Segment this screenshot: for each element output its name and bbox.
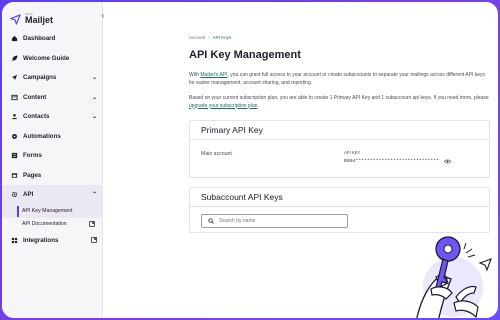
rocket-icon [10, 54, 18, 62]
paper-plane-icon [10, 13, 21, 25]
sidebar-item-label: Campaigns [23, 74, 57, 82]
external-link-icon [89, 221, 95, 227]
integrations-icon [10, 236, 18, 244]
breadcrumb: Account › API Keys [189, 35, 231, 40]
api-key-value-row: B604***************************** [344, 159, 451, 164]
sidebar-item-automations[interactable]: Automations [2, 127, 103, 147]
sidebar-nav: Dashboard Welcome Guide Campaigns ⌄ Cont… [2, 29, 103, 250]
contacts-icon [10, 113, 18, 121]
chevron-down-icon: ⌄ [91, 75, 97, 82]
mailjet-logo[interactable]: Sinch Mailjet [10, 10, 53, 28]
key-hand-illustration [416, 236, 492, 318]
sidebar-subitem-api-documentation[interactable]: API Documentation [2, 218, 103, 231]
chevron-down-icon: ⌄ [91, 94, 97, 101]
api-key-value: B604***************************** [344, 159, 439, 164]
content-icon [10, 93, 18, 101]
sidebar-item-label: Automations [23, 132, 61, 140]
primary-api-key-heading: Primary API Key [190, 121, 489, 140]
sidebar-item-welcome-guide[interactable]: Welcome Guide [2, 49, 103, 69]
sidebar-item-label: Forms [23, 152, 42, 160]
breadcrumb-separator: › [208, 35, 210, 40]
pages-icon [10, 171, 18, 179]
gear-icon [10, 191, 18, 199]
sidebar-subitem-label: API Key Management [22, 208, 73, 214]
app-window: Sinch Mailjet ‹ Dashboard Welcome Guide … [2, 2, 498, 318]
home-icon [10, 35, 18, 43]
logo-name: Mailjet [25, 15, 54, 25]
sidebar-item-integrations[interactable]: Integrations [2, 231, 103, 251]
breadcrumb-current: API Keys [212, 35, 232, 40]
chevron-up-icon: ⌃ [91, 192, 97, 199]
chevron-down-icon: ⌄ [91, 114, 97, 121]
plan-paragraph: Based on your current subscription plan,… [189, 95, 489, 110]
main-content: Account › API Keys API Key Management Wi… [103, 2, 498, 318]
sidebar-item-label: API [23, 191, 34, 199]
sidebar-item-label: Pages [23, 171, 42, 179]
intro-text: With [189, 72, 201, 78]
sidebar-item-label: Integrations [23, 236, 59, 244]
sidebar-item-campaigns[interactable]: Campaigns ⌄ [2, 68, 103, 88]
search-input[interactable] [219, 218, 339, 224]
sidebar-item-label: Content [23, 93, 47, 101]
api-key-column-header: API KEY [344, 150, 361, 155]
page-title: API Key Management [189, 49, 301, 61]
sidebar-item-label: Dashboard [23, 35, 56, 43]
sidebar-item-label: Contacts [23, 113, 50, 121]
sidebar-item-contacts[interactable]: Contacts ⌄ [2, 107, 103, 127]
search-icon [208, 218, 214, 224]
intro-paragraph: With Mailjet's API, you can grant full a… [189, 72, 489, 87]
plan-text: . [257, 102, 259, 109]
sidebar-item-forms[interactable]: Forms [2, 146, 103, 166]
eye-icon[interactable] [444, 159, 451, 164]
subaccount-api-keys-heading: Subaccount API Keys [190, 188, 489, 207]
sidebar-item-dashboard[interactable]: Dashboard [2, 29, 103, 49]
sidebar-item-pages[interactable]: Pages [2, 166, 103, 186]
automation-icon [10, 132, 18, 140]
external-link-icon [91, 237, 97, 244]
search-box[interactable] [201, 214, 348, 228]
forms-icon [10, 152, 18, 160]
sidebar-subitem-api-key-management[interactable]: API Key Management [2, 204, 103, 218]
upgrade-plan-link[interactable]: upgrade your subscription plan [189, 103, 257, 109]
sidebar-item-content[interactable]: Content ⌄ [2, 88, 103, 108]
send-icon [10, 74, 18, 82]
plan-text: Based on your current subscription plan,… [189, 95, 489, 101]
sidebar-item-label: Welcome Guide [23, 54, 70, 62]
sidebar: Sinch Mailjet ‹ Dashboard Welcome Guide … [2, 2, 104, 318]
intro-text: , you can grant full access to your acco… [189, 72, 486, 86]
sidebar-item-api[interactable]: API ⌃ [2, 185, 103, 205]
sidebar-subitem-label: API Documentation [22, 221, 67, 227]
breadcrumb-account-link[interactable]: Account [189, 35, 205, 40]
main-account-label: Main account [201, 151, 232, 157]
mailjet-api-link[interactable]: Mailjet's API [200, 72, 227, 78]
primary-api-key-card: Primary API Key Main account API KEY B60… [189, 120, 490, 178]
